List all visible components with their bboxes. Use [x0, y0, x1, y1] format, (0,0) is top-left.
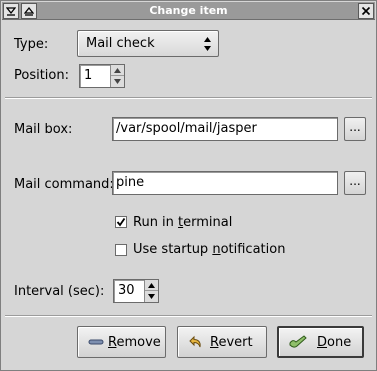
change-item-dialog: Change item Type: Mail check Position: 1… [0, 0, 377, 371]
remove-button[interactable]: Remove [77, 326, 166, 358]
position-value: 1 [84, 68, 93, 83]
interval-label: Interval (sec): [14, 284, 105, 299]
updown-arrows-icon [203, 36, 212, 56]
run-in-terminal-label[interactable]: Run in terminal [133, 215, 232, 230]
remove-label: Remove [108, 335, 161, 350]
position-spin-buttons [110, 65, 124, 87]
separator [5, 97, 372, 99]
startup-notification-checkbox[interactable] [115, 244, 127, 256]
type-combo[interactable]: Mail check [77, 30, 219, 57]
run-terminal-text-a: Run in [133, 215, 179, 230]
check-hand-icon [288, 334, 308, 354]
type-label: Type: [14, 37, 49, 52]
minus-icon [88, 334, 104, 354]
spin-up-icon[interactable] [111, 65, 124, 76]
position-spinner[interactable]: 1 [79, 64, 125, 88]
window-menu-icon[interactable] [3, 3, 19, 19]
spin-down-icon[interactable] [145, 291, 158, 302]
run-terminal-text-b: erminal [183, 215, 233, 230]
command-value: pine [116, 175, 145, 190]
mailbox-label: Mail box: [14, 122, 73, 137]
done-button[interactable]: Done [277, 326, 364, 358]
shade-window-icon[interactable] [21, 3, 37, 19]
interval-spin-buttons [144, 280, 158, 302]
command-label: Mail command: [14, 177, 114, 192]
command-input[interactable]: pine [112, 171, 338, 195]
done-label: Done [317, 335, 352, 350]
mailbox-value: /var/spool/mail/jasper [116, 121, 257, 136]
type-combo-value: Mail check [86, 36, 155, 51]
title-bar: Change item [2, 2, 375, 20]
startup-notification-label[interactable]: Use startup notification [133, 242, 285, 257]
revert-button[interactable]: Revert [177, 326, 267, 358]
command-browse-button[interactable]: ... [344, 171, 366, 195]
position-label: Position: [14, 68, 69, 83]
interval-value: 30 [118, 283, 135, 298]
close-window-icon[interactable] [358, 3, 374, 19]
startup-text-a: Use startup [133, 242, 213, 257]
window-title: Change item [149, 4, 228, 17]
startup-mnemonic: n [212, 242, 221, 257]
checkmark-icon [116, 217, 126, 227]
spin-up-icon[interactable] [145, 280, 158, 291]
mailbox-input[interactable]: /var/spool/mail/jasper [112, 117, 338, 141]
startup-text-b: otification [220, 242, 286, 257]
interval-spinner[interactable]: 30 [113, 279, 159, 303]
revert-label: Revert [210, 335, 253, 350]
mailbox-browse-button[interactable]: ... [344, 117, 366, 141]
run-in-terminal-checkbox[interactable] [115, 216, 127, 228]
separator [5, 315, 372, 317]
undo-arrow-icon [188, 334, 204, 354]
spin-down-icon[interactable] [111, 76, 124, 87]
